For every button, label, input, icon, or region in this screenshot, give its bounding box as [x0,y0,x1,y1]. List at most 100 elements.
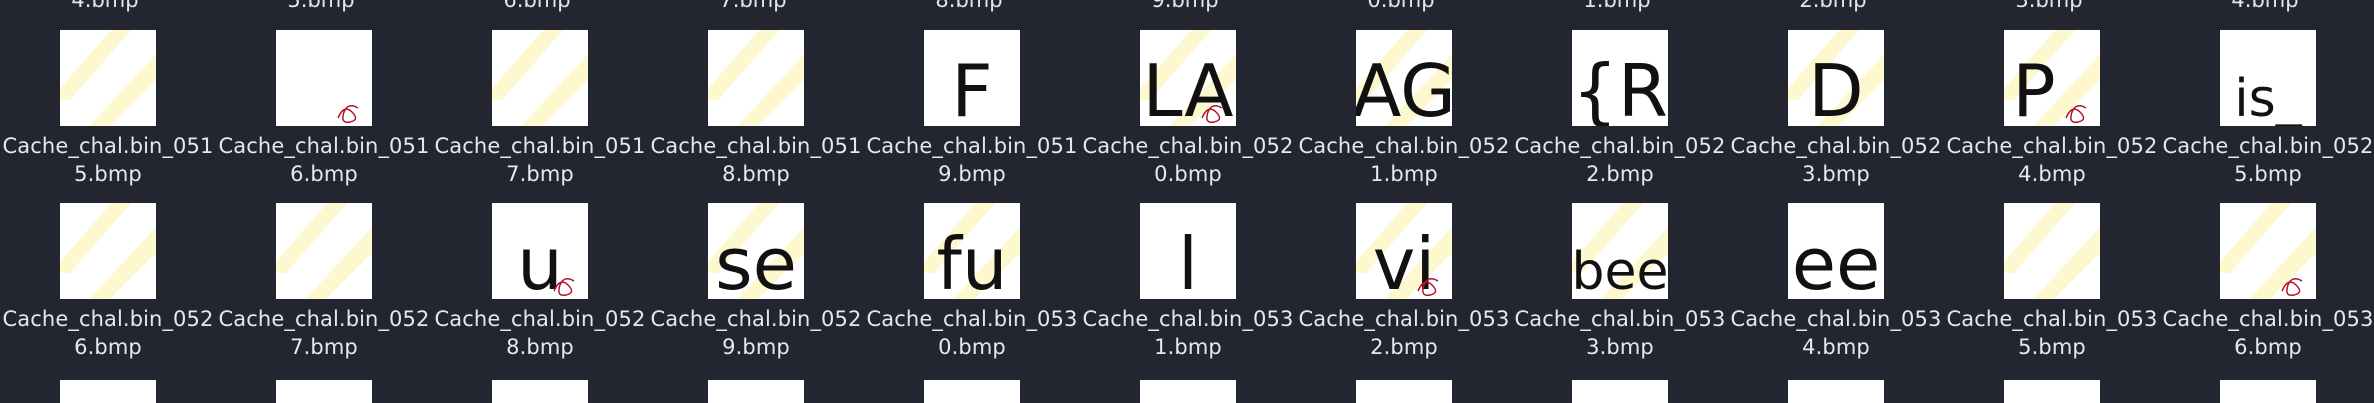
file-tile[interactable]: Cache_chal.bin_052 7.bmp [219,203,429,383]
file-thumbnail[interactable]: D [1788,30,1884,126]
file-thumbnail[interactable] [2220,203,2316,299]
file-tile[interactable]: Cache_chal.bin_051 8.bmp [651,30,861,210]
thumbnail-image: ee [1792,222,1881,299]
file-name-line2: 7.bmp [290,335,358,359]
thumbnail-image: LA [1140,30,1236,126]
thumbnail-glyph: bee [1572,242,1668,299]
file-thumbnail[interactable]: se [708,203,804,299]
file-thumbnail[interactable] [2004,380,2100,403]
thumbnail-glyph: D [1808,49,1863,126]
thumbnail-glyph: l [1178,222,1198,299]
file-thumbnail[interactable]: P_ [2004,30,2100,126]
file-thumbnail[interactable] [276,380,372,403]
file-tile[interactable]: F Cache_chal.bin_051 9.bmp [867,30,1077,210]
file-tile[interactable]: P_ Cache_chal.bin_052 4.bmp [1947,30,2157,210]
file-tile[interactable]: u Cache_chal.bin_052 8.bmp [435,203,645,383]
file-thumbnail[interactable] [2004,203,2100,299]
file-name-line2: 4.bmp [2018,162,2086,186]
file-tile[interactable]: l Cache_chal.bin_053 1.bmp [1083,203,1293,383]
file-thumbnail[interactable] [60,203,156,299]
file-tile[interactable]: fu Cache_chal.bin_053 0.bmp [867,203,1077,383]
file-name-line2: 0.bmp [1154,162,1222,186]
file-thumbnail[interactable]: vi [1356,203,1452,299]
file-name-line1: Cache_chal.bin_052 [1298,134,1510,158]
file-name: Cache_chal.bin_052 1.bmp [1299,132,1510,188]
file-thumbnail[interactable]: u [492,203,588,299]
file-name-line1: Cache_chal.bin_051 [218,134,430,158]
file-tile[interactable]: is_ Cache_chal.bin_052 5.bmp [2163,30,2373,210]
file-thumbnail[interactable] [276,203,372,299]
file-thumbnail[interactable] [276,30,372,126]
partial-label: 2.bmp [1799,0,1867,12]
file-thumbnail[interactable] [2220,380,2316,403]
thumbnail-image: l [1178,222,1198,299]
file-name: Cache_chal.bin_052 0.bmp [1083,132,1294,188]
file-thumbnail[interactable]: {R [1572,30,1668,126]
file-name-line2: 2.bmp [1586,162,1654,186]
thumbnail-image: AG [1356,30,1452,126]
thumbnail-image: D [1788,30,1884,126]
file-name-line2: 1.bmp [1154,335,1222,359]
file-tile[interactable]: Cache_chal.bin_053 6.bmp [2163,203,2373,383]
file-name: Cache_chal.bin_052 4.bmp [1947,132,2158,188]
file-thumbnail[interactable]: F [924,30,1020,126]
file-name-line1: Cache_chal.bin_053 [1514,307,1726,331]
file-tile[interactable]: Cache_chal.bin_053 5.bmp [1947,203,2157,383]
file-tile[interactable]: Cache_chal.bin_051 6.bmp [219,30,429,210]
file-thumbnail[interactable] [708,380,804,403]
file-tile[interactable]: {R Cache_chal.bin_052 2.bmp [1515,30,1725,210]
file-thumbnail[interactable] [60,30,156,126]
file-thumbnail[interactable] [492,380,588,403]
red-scribble [337,105,359,124]
partial-label: 3.bmp [2015,0,2083,12]
file-name-line2: 7.bmp [506,162,574,186]
file-thumbnail[interactable] [1788,380,1884,403]
file-thumbnail[interactable] [60,380,156,403]
file-tile[interactable]: Cache_chal.bin_051 7.bmp [435,30,645,210]
file-tile[interactable]: LA Cache_chal.bin_052 0.bmp [1083,30,1293,210]
file-thumbnail[interactable] [1572,380,1668,403]
file-name-line2: 8.bmp [722,162,790,186]
thumbnail-glyph: ee [1792,222,1881,299]
partial-label: 0.bmp [1367,0,1435,12]
file-thumbnail[interactable] [1140,380,1236,403]
file-name: Cache_chal.bin_053 3.bmp [1515,305,1726,361]
file-tile[interactable]: AG Cache_chal.bin_052 1.bmp [1299,30,1509,210]
file-thumbnail[interactable] [924,380,1020,403]
file-thumbnail[interactable] [492,30,588,126]
file-thumbnail[interactable] [1356,380,1452,403]
thumbnail-image: is_ [2234,69,2303,126]
partial-label: 9.bmp [1151,0,1219,12]
file-tile[interactable]: Cache_chal.bin_051 5.bmp [3,30,213,210]
thumbnail-image: vi [1356,203,1452,299]
file-name-line1: Cache_chal.bin_051 [866,134,1078,158]
file-tile[interactable]: ee Cache_chal.bin_053 4.bmp [1731,203,1941,383]
file-tile[interactable]: Cache_chal.bin_052 6.bmp [3,203,213,383]
file-name-line1: Cache_chal.bin_053 [1082,307,1294,331]
file-thumbnail[interactable]: bee [1572,203,1668,299]
file-thumbnail[interactable]: fu [924,203,1020,299]
file-tile[interactable]: se Cache_chal.bin_052 9.bmp [651,203,861,383]
file-name: Cache_chal.bin_051 8.bmp [651,132,862,188]
file-tile[interactable]: D Cache_chal.bin_052 3.bmp [1731,30,1941,210]
file-name-line2: 5.bmp [2234,162,2302,186]
file-name-line2: 5.bmp [74,162,142,186]
file-tile[interactable]: bee Cache_chal.bin_053 3.bmp [1515,203,1725,383]
file-thumbnail[interactable]: l [1140,203,1236,299]
file-thumbnail[interactable]: ee [1788,203,1884,299]
file-name-line2: 6.bmp [74,335,142,359]
file-tile[interactable]: vi Cache_chal.bin_053 2.bmp [1299,203,1509,383]
file-thumbnail[interactable] [708,30,804,126]
thumbnail-image [337,105,359,124]
file-name: Cache_chal.bin_052 7.bmp [219,305,430,361]
file-name-line2: 8.bmp [506,335,574,359]
file-name-line2: 2.bmp [1370,335,1438,359]
thumbnail-glyph: LA [1142,49,1233,126]
file-name-line1: Cache_chal.bin_051 [650,134,862,158]
file-thumbnail[interactable]: LA [1140,30,1236,126]
file-name-line1: Cache_chal.bin_053 [1298,307,1510,331]
file-thumbnail[interactable]: is_ [2220,30,2316,126]
thumbnail-glyph: {R [1572,49,1668,126]
file-thumbnail[interactable]: AG [1356,30,1452,126]
file-name: Cache_chal.bin_052 6.bmp [3,305,214,361]
